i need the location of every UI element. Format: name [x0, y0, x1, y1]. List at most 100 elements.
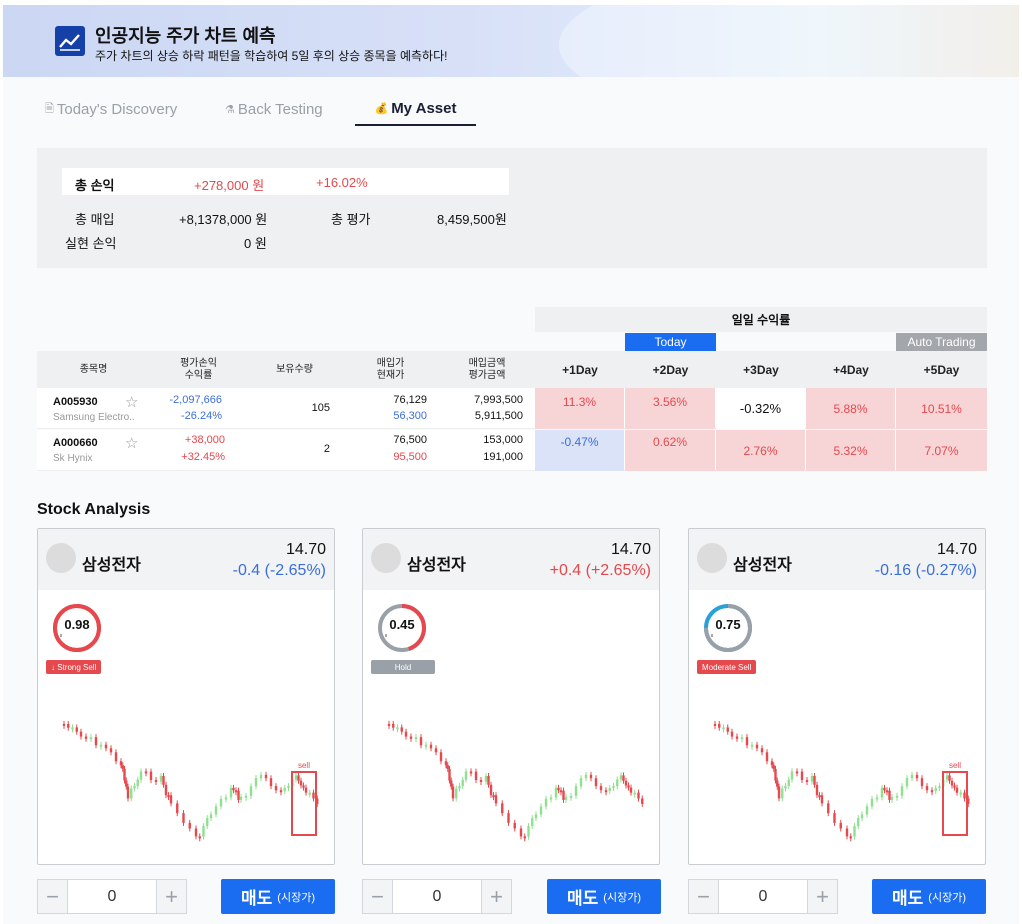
quantity-input[interactable]: 0	[68, 880, 156, 913]
decrement-button[interactable]: −	[38, 880, 68, 913]
candle-body	[121, 765, 124, 769]
candle-body	[182, 813, 185, 823]
candle-body	[94, 737, 98, 746]
auto-trading-tag[interactable]: Auto Trading	[896, 333, 987, 351]
candle-body	[627, 785, 630, 788]
tab-back-testing[interactable]: ⚗ Back Testing	[225, 92, 323, 126]
candle-body	[589, 774, 593, 779]
candle-body	[584, 774, 588, 779]
sell-market-button[interactable]: 매도 (시장가)	[547, 879, 661, 914]
candle-body	[474, 771, 478, 781]
candle-body	[527, 826, 530, 837]
candle-body	[62, 723, 66, 726]
candle-body	[429, 744, 433, 749]
candle-body	[833, 813, 836, 823]
tab-my-asset[interactable]: 💰 My Asset	[355, 92, 476, 126]
day-return: 2.76%	[716, 430, 805, 471]
candle-body	[67, 723, 70, 728]
candle-body	[400, 727, 403, 732]
stock-card[interactable]: 삼성전자 14.70 -0.4 (-2.65%) 0.98 ↓ Strong Sell s…	[37, 528, 335, 865]
candle-body	[963, 792, 966, 799]
today-tag: Today	[625, 333, 716, 351]
candle-body	[176, 803, 179, 814]
row-eval-amount: 5,911,500	[474, 410, 523, 422]
card-header: 삼성전자 14.70 -0.16 (-0.27%)	[689, 529, 985, 590]
row-pnl: -2,097,666	[169, 394, 222, 406]
candle-body	[549, 797, 553, 800]
tab-todays-discovery[interactable]: 🗎 Today's Discovery	[45, 92, 177, 126]
candle-body	[484, 775, 488, 782]
candle-body	[569, 795, 573, 798]
candle-body	[853, 826, 856, 837]
candle-body	[915, 774, 919, 779]
day-return: 5.88%	[806, 388, 895, 429]
candle-body	[244, 795, 248, 798]
candle-body	[249, 786, 253, 796]
candle-body	[464, 771, 468, 780]
candle-body	[450, 780, 453, 787]
candle-body	[955, 787, 959, 793]
decrement-button[interactable]: −	[363, 880, 393, 913]
candle-body	[304, 787, 308, 793]
candle-body	[730, 731, 734, 737]
candle-body	[959, 792, 962, 795]
day-return: 0.62%	[625, 430, 715, 471]
card-price: 14.70	[285, 541, 326, 558]
candle-body	[71, 727, 74, 730]
signal-badge: Hold	[371, 660, 435, 674]
quantity-stepper[interactable]: −0 +	[37, 879, 187, 914]
stock-name: Samsung Electro..	[53, 412, 135, 423]
candle-body	[619, 775, 623, 780]
candle-body	[79, 731, 83, 737]
quantity-input[interactable]: 0	[393, 880, 481, 913]
candle-body	[865, 806, 869, 815]
sell-market-button[interactable]: 매도 (시장가)	[221, 879, 335, 914]
table-row[interactable]: A000660 Sk Hynix ☆ +38,000 +32.45% 2 76,…	[37, 430, 987, 471]
candle-body	[820, 795, 824, 804]
candle-body	[259, 774, 263, 779]
candle-body	[557, 787, 560, 791]
candle-body	[870, 798, 874, 807]
candle-body	[232, 787, 235, 791]
star-icon[interactable]: ☆	[125, 393, 138, 411]
row-pnl-pct: +32.45%	[181, 451, 225, 463]
candle-body	[925, 786, 929, 791]
candle-body	[494, 795, 498, 804]
stock-card[interactable]: 삼성전자 14.70 +0.4 (+2.65%) 0.45 Hold	[362, 528, 660, 865]
card-stock-name: 삼성전자	[733, 557, 792, 574]
candle-body	[641, 798, 644, 804]
candle-body	[162, 775, 165, 785]
total-pnl-row	[62, 168, 509, 195]
total-pnl-value: +278,000 원	[194, 178, 265, 193]
candle-body	[934, 788, 937, 792]
quantity-stepper[interactable]: −0 +	[362, 879, 512, 914]
candle-body	[787, 779, 790, 786]
asset-summary: 총 손익 +278,000 원 +16.02% 총 매입 +8,1378,000…	[37, 148, 987, 268]
candle-body	[229, 787, 233, 798]
candle-body	[857, 818, 860, 827]
stock-logo	[697, 543, 727, 573]
decrement-button[interactable]: −	[689, 880, 719, 913]
candle-body	[905, 778, 909, 787]
candle-body	[885, 790, 889, 793]
candle-body	[126, 786, 130, 799]
stock-card[interactable]: 삼성전자 14.70 -0.16 (-0.27%) 0.75 Moderate Sell…	[688, 528, 986, 865]
candle-body	[455, 788, 458, 799]
candle-body	[810, 775, 814, 782]
increment-button[interactable]: +	[481, 880, 511, 913]
increment-button[interactable]: +	[807, 880, 837, 913]
increment-button[interactable]: +	[156, 880, 186, 913]
signal-badge: ↓ Strong Sell	[46, 660, 102, 674]
candle-body	[119, 761, 123, 766]
candle-body	[718, 723, 721, 728]
col-day4: +4Day	[833, 362, 869, 377]
quantity-input[interactable]: 0	[719, 880, 807, 913]
sell-market-button[interactable]: 매도 (시장가)	[872, 879, 986, 914]
candle-body	[770, 761, 774, 766]
table-row[interactable]: A005930 Samsung Electro.. ☆ -2,097,666 -…	[37, 388, 987, 429]
quantity-stepper[interactable]: −0 +	[688, 879, 838, 914]
candle-body	[735, 736, 739, 739]
candle-body	[880, 787, 884, 798]
col-day5: +5Day	[923, 362, 960, 377]
star-icon[interactable]: ☆	[125, 434, 138, 452]
